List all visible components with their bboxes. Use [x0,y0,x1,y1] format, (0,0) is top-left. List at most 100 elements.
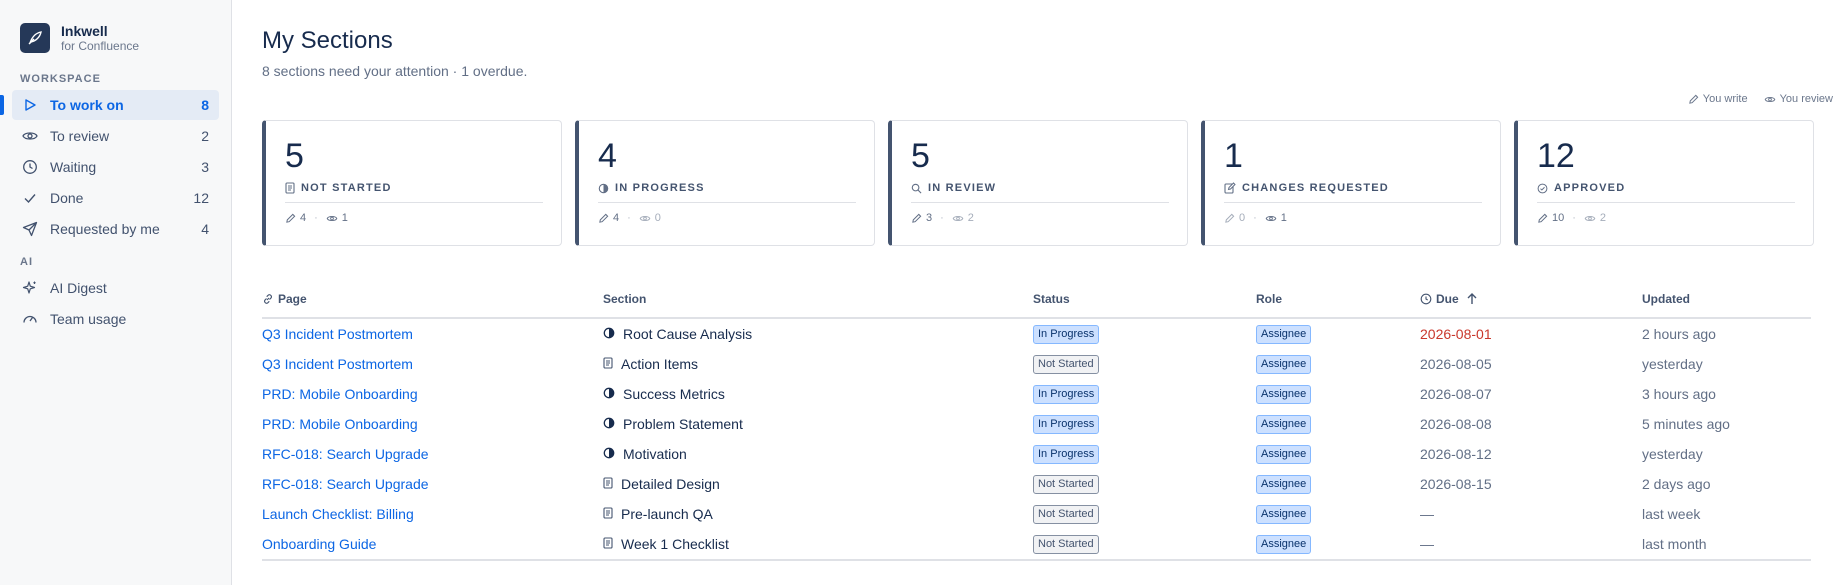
card-label: IN REVIEW [928,182,997,194]
updated-time: yesterday [1642,446,1703,462]
cell-updated: yesterday [1642,349,1811,379]
table-row[interactable]: Q3 Incident Postmortem Action Items Not St… [262,349,1811,379]
card-in-review[interactable]: 5 IN REVIEW 3 · 2 [888,120,1188,246]
page-link[interactable]: Launch Checklist: Billing [262,506,414,522]
sidebar-item-ai-digest[interactable]: AI Digest [12,273,219,303]
document-icon [603,356,613,372]
page-title: My Sections [262,27,393,54]
section-name: Problem Statement [623,416,743,432]
sidebar-item-waiting[interactable]: Waiting 3 [12,152,219,182]
card-label-row: IN REVIEW [911,182,1169,194]
separator-dot: · [940,212,944,224]
table-row[interactable]: Q3 Incident Postmortem Root Cause Analysi… [262,318,1811,349]
column-label: Updated [1642,292,1690,306]
sidebar-item-team-usage[interactable]: Team usage [12,304,219,334]
card-approved[interactable]: 12 APPROVED 10 · 2 [1514,120,1814,246]
legend-review-label: You review [1779,93,1833,105]
table-row[interactable]: Onboarding Guide Week 1 Checklist Not Star… [262,529,1811,561]
document-icon [285,182,295,194]
sidebar-item-to-work-on[interactable]: To work on 8 [0,90,219,120]
cell-section: Week 1 Checklist [603,529,1033,561]
cell-updated: 2 days ago [1642,469,1811,499]
brand[interactable]: Inkwell for Confluence [12,20,219,56]
cell-page: PRD: Mobile Onboarding [262,379,603,409]
sidebar-item-to-review[interactable]: To review 2 [12,121,219,151]
card-label: APPROVED [1554,182,1626,194]
card-meta: 10 · 2 [1537,212,1795,224]
page-link[interactable]: PRD: Mobile Onboarding [262,386,418,402]
table-row[interactable]: RFC-018: Search Upgrade Motivation In Prog… [262,439,1811,469]
table-row[interactable]: PRD: Mobile Onboarding Problem Statement I… [262,409,1811,439]
page-link[interactable]: PRD: Mobile Onboarding [262,416,418,432]
sidebar-item-done[interactable]: Done 12 [12,183,219,213]
column-header-status[interactable]: Status [1033,289,1256,319]
column-header-page[interactable]: Page [262,289,603,319]
page-link[interactable]: RFC-018: Search Upgrade [262,446,429,462]
role-badge: Assignee [1256,505,1312,524]
pencil-icon [599,213,609,223]
status-badge: Not Started [1033,475,1099,494]
card-in-progress[interactable]: 4 IN PROGRESS 4 · 0 [575,120,875,246]
due-date: 2026-08-08 [1420,416,1492,432]
sidebar-item-requested-by-me[interactable]: Requested by me 4 [12,214,219,244]
card-meta: 4 · 0 [598,212,856,224]
card-write-count: 10 [1552,212,1565,224]
role-badge: Assignee [1256,385,1312,404]
card-label: CHANGES REQUESTED [1242,182,1389,194]
column-header-role[interactable]: Role [1256,289,1420,319]
pencil-icon [1538,213,1548,223]
sidebar-item-count: 12 [193,190,209,206]
card-not-started[interactable]: 5 NOT STARTED 4 · 1 [262,120,562,246]
cell-role: Assignee [1256,379,1420,409]
sidebar-item-label: AI Digest [50,280,107,296]
due-date: 2026-08-12 [1420,446,1492,462]
cell-due: 2026-08-01 [1420,318,1642,349]
sort-ascending-icon[interactable] [1465,292,1479,306]
pencil-icon [1688,94,1699,104]
due-date: 2026-08-07 [1420,386,1492,402]
status-badge: In Progress [1033,385,1100,404]
card-write-count: 0 [1239,212,1246,224]
updated-time: 2 hours ago [1642,326,1716,342]
cell-section: Pre-launch QA [603,499,1033,529]
cell-role: Assignee [1256,469,1420,499]
card-count: 5 [285,137,304,175]
sidebar-item-label: To work on [50,97,124,113]
status-cards: 5 NOT STARTED 4 · 1 4 IN PROGRESS 4 · 0 … [262,120,1841,246]
pencil-icon [1225,213,1235,223]
column-header-due[interactable]: Due [1420,289,1642,319]
page-link[interactable]: Q3 Incident Postmortem [262,356,413,372]
cell-updated: yesterday [1642,439,1811,469]
page-link[interactable]: RFC-018: Search Upgrade [262,476,429,492]
pencil-icon [286,213,296,223]
cell-page: Launch Checklist: Billing [262,499,603,529]
card-changes-requested[interactable]: 1 CHANGES REQUESTED 0 · 1 [1201,120,1501,246]
card-write-count: 3 [926,212,933,224]
page-link[interactable]: Q3 Incident Postmortem [262,326,413,342]
table-row[interactable]: PRD: Mobile Onboarding Success Metrics In … [262,379,1811,409]
ai-label: AI [20,256,33,268]
card-review-count: 2 [967,212,974,224]
section-name: Pre-launch QA [621,506,713,522]
eye-icon [1584,215,1596,221]
role-badge: Assignee [1256,325,1312,344]
main-content: My Sections 8 sections need your attenti… [232,0,1841,585]
due-date: 2026-08-15 [1420,476,1492,492]
role-legend: You write You review [1688,93,1833,105]
table-row[interactable]: Launch Checklist: Billing Pre-launch QA No… [262,499,1811,529]
status-badge: Not Started [1033,535,1099,554]
column-header-section[interactable]: Section [603,289,1033,319]
cell-due: 2026-08-08 [1420,409,1642,439]
sidebar-item-label: To review [50,128,110,144]
sidebar-item-count: 3 [201,159,209,175]
sidebar-item-label: Team usage [50,311,127,327]
legend-write-label: You write [1702,93,1748,105]
role-badge: Assignee [1256,445,1312,464]
column-header-updated[interactable]: Updated [1642,289,1811,319]
document-icon [603,536,613,552]
page-link[interactable]: Onboarding Guide [262,536,376,552]
table-row[interactable]: RFC-018: Search Upgrade Detailed Design No… [262,469,1811,499]
feather-logo-icon [20,23,50,53]
card-label-row: APPROVED [1537,182,1795,194]
cell-page: RFC-018: Search Upgrade [262,469,603,499]
